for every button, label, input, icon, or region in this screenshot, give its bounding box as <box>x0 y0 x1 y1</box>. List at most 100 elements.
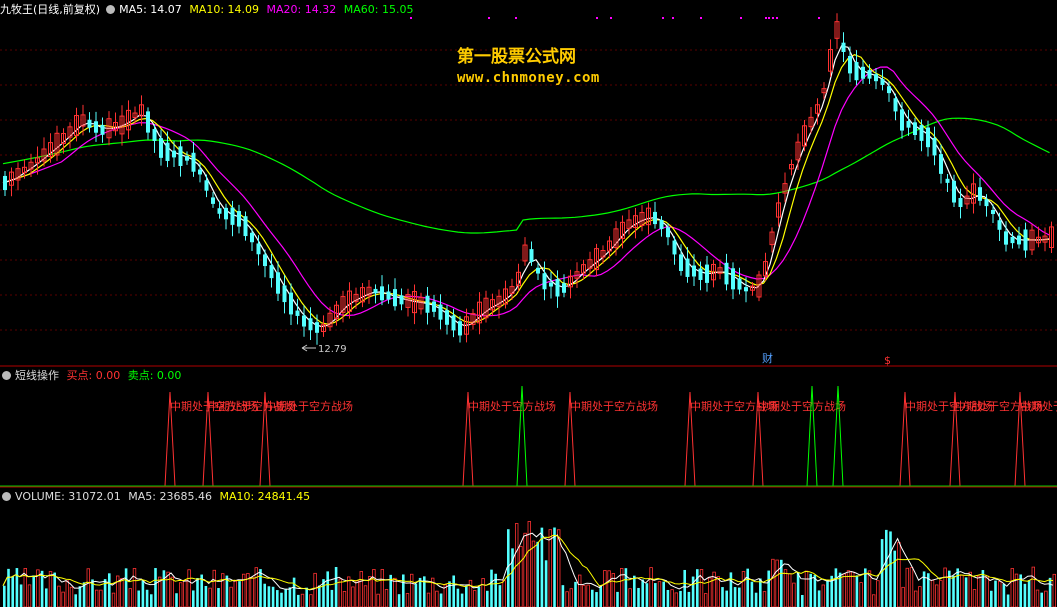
volume-bar-down <box>263 583 266 607</box>
volume-bar-up <box>914 590 918 607</box>
top-marker-dot <box>772 17 774 19</box>
watermark-url: www.chnmoney.com <box>457 70 600 86</box>
volume-bar-down <box>889 531 892 607</box>
volume-bar-down <box>490 569 493 607</box>
volume-bar-up <box>61 591 65 607</box>
volume-bar-up <box>384 589 389 607</box>
volume-bar-up <box>939 580 943 607</box>
volume-bar-up <box>842 573 846 607</box>
volume-bar-up <box>95 589 99 607</box>
volume-bar-down <box>729 572 733 607</box>
volume-bar-up <box>1044 590 1048 607</box>
candle-down <box>146 111 150 133</box>
volume-bar-up <box>943 567 947 607</box>
volume-bar-up <box>111 592 116 607</box>
volume-bar-down <box>633 575 636 607</box>
chart-canvas[interactable]: 中期处于空方战场中期处于空方战场中期处于空方战场 中期处于空方战场 中期处于空方战场… <box>0 0 1057 607</box>
volume-bar-up <box>208 587 212 607</box>
volume-bar-down <box>1006 594 1010 607</box>
volume-bar-up <box>1052 573 1056 607</box>
candle-down <box>302 315 306 327</box>
volume-bar-up <box>918 586 922 607</box>
volume-bar-down <box>150 594 153 607</box>
volume-bar-down <box>19 584 23 607</box>
volume-bar-up <box>27 584 32 607</box>
volume-bar-down <box>53 572 56 607</box>
volume-bar-down <box>666 589 670 607</box>
candle-down <box>919 125 924 141</box>
volume-bar-down <box>334 567 338 607</box>
volume-bar-down <box>599 585 602 607</box>
volume-bar-down <box>192 590 195 607</box>
settings-icon[interactable] <box>2 371 11 380</box>
candle-down <box>737 278 742 290</box>
volume-bar-down <box>817 590 821 607</box>
volume-bar-down <box>964 577 968 607</box>
volume-bar-up <box>250 577 254 607</box>
volume-bar-down <box>494 573 497 607</box>
signal-label: 中期处于空方战场 <box>1020 399 1057 413</box>
volume-bar-up <box>565 591 569 607</box>
volume-bar-up <box>783 569 788 607</box>
volume-bar-up <box>435 590 439 607</box>
candle-down <box>705 264 709 283</box>
volume-bar-up <box>519 546 523 607</box>
volume-bar-down <box>1002 583 1006 607</box>
candle-down <box>939 154 943 174</box>
settings-icon[interactable] <box>2 492 11 501</box>
volume-bar-up <box>548 529 552 607</box>
volume-bar-up <box>376 593 380 607</box>
candle-down <box>529 249 534 262</box>
candle-down <box>991 209 995 215</box>
candle-down <box>984 199 989 207</box>
volume-bar-up <box>905 567 909 607</box>
event-marker[interactable]: $ <box>884 354 891 367</box>
candle-down <box>152 129 157 141</box>
candle-down <box>536 267 540 274</box>
volume-bar-down <box>696 569 699 607</box>
low-price-annotation: 12.79 <box>301 344 347 355</box>
candle-down <box>744 287 748 292</box>
volume-bar-down <box>893 550 896 607</box>
volume-bar-up <box>977 575 981 607</box>
volume-bar-up <box>586 584 590 607</box>
candle-down <box>87 119 92 128</box>
volume-bar-down <box>456 588 460 607</box>
volume-bar-down <box>297 594 300 607</box>
candle-down <box>185 155 189 161</box>
volume-bar-down <box>624 568 628 607</box>
volume-bar-up <box>716 576 720 607</box>
volume-bar-up <box>346 576 351 607</box>
volume-bar-up <box>355 580 359 607</box>
volume-bar-down <box>725 590 728 607</box>
candle-down <box>861 66 865 79</box>
volume-bar-up <box>998 581 1002 607</box>
candle-down <box>1017 235 1021 245</box>
volume-bar-up <box>985 575 989 607</box>
top-marker-dot <box>768 17 770 19</box>
candle-down <box>425 295 430 313</box>
volume-bar-down <box>796 572 800 607</box>
volume-bar-up <box>166 571 170 607</box>
volume-bar-down <box>108 573 111 607</box>
candle-down <box>380 286 384 301</box>
ma60-value: MA60: 15.05 <box>343 3 414 16</box>
volume-bar-down <box>662 581 665 607</box>
volume-bar-up <box>220 573 225 607</box>
volume-bar-down <box>834 568 838 607</box>
top-marker-dot <box>672 17 674 19</box>
top-marker-dot <box>596 17 598 19</box>
volume-bar-down <box>595 592 598 607</box>
candle-down <box>289 292 293 315</box>
volume-bar-up <box>578 574 582 607</box>
settings-icon[interactable] <box>106 5 116 14</box>
signal-panel-header: 短线操作 买点: 0.00 卖点: 0.00 <box>0 368 185 384</box>
finance-marker[interactable]: 财 <box>762 351 773 365</box>
volume-bar-up <box>968 571 972 607</box>
volume-bar-up <box>212 569 216 607</box>
volume-bar-up <box>472 590 477 607</box>
volume-bar-down <box>486 590 489 607</box>
volume-bar-down <box>641 579 644 607</box>
volume-bar-up <box>300 593 305 607</box>
candle-down <box>562 283 566 293</box>
